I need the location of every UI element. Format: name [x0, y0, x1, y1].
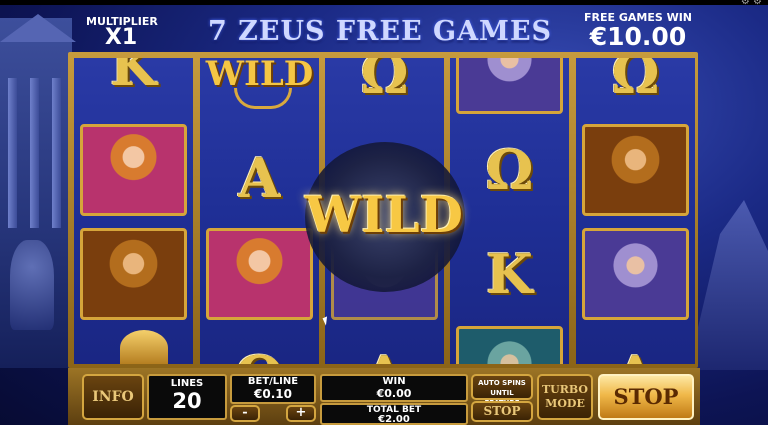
- total-bet-panel: TOTAL BET €2.00: [320, 403, 468, 425]
- symbol-omega: Ω: [611, 58, 660, 106]
- helmet-icon: [120, 330, 168, 364]
- plus-icon: +: [295, 405, 307, 420]
- symbol-omega: Ω: [206, 330, 313, 364]
- stop-label: STOP: [613, 384, 679, 409]
- bet-increase-button[interactable]: +: [286, 405, 316, 422]
- multiplier-value: X1: [104, 25, 138, 50]
- stop-spin-button[interactable]: STOP: [598, 374, 694, 420]
- lines-value: 20: [172, 389, 202, 413]
- settings-icon[interactable]: ⚙ ⚙: [741, 0, 762, 7]
- free-games-title: 7 ZEUS FREE GAMES: [207, 16, 553, 47]
- symbol-omega: Ω: [360, 58, 409, 106]
- statue-scenery: [10, 240, 54, 330]
- bet-line-panel: BET/LINE €0.10: [230, 374, 316, 404]
- bet-line-label: BET/LINE: [247, 376, 299, 387]
- win-label: WIN: [382, 376, 406, 387]
- turbo-label: TURBO MODE: [541, 383, 588, 410]
- info-button[interactable]: INFO: [82, 374, 144, 420]
- info-label: INFO: [92, 389, 134, 405]
- win-value: €0.00: [376, 387, 412, 400]
- auto-spins-button[interactable]: AUTO SPINS UNTIL FEATURE: [471, 374, 533, 407]
- symbol-k: K: [110, 58, 157, 98]
- symbol-wild-small: WILD: [206, 58, 313, 120]
- big-wild-symbol: WILD: [304, 185, 464, 244]
- reel-5: Ω A: [576, 58, 695, 364]
- symbol-woman-portrait: [206, 228, 313, 320]
- symbol-a: A: [331, 330, 438, 364]
- symbol-zeus-portrait: [456, 58, 563, 114]
- symbol-k: K: [486, 242, 533, 306]
- minus-icon: -: [242, 405, 248, 420]
- total-bet-value: €2.00: [378, 414, 410, 425]
- symbol-a: A: [582, 330, 689, 364]
- bet-decrease-button[interactable]: -: [230, 405, 260, 422]
- auto-stop-label: STOP: [483, 404, 521, 418]
- laurel-icon: [234, 88, 292, 109]
- symbol-woman-portrait: [80, 124, 187, 216]
- window-topbar: [0, 0, 768, 5]
- symbol-a: A: [238, 146, 281, 210]
- turbo-mode-button[interactable]: TURBO MODE: [537, 374, 593, 420]
- symbol-helmet: [80, 330, 187, 364]
- lines-label: LINES: [170, 378, 204, 389]
- win-panel: WIN €0.00: [320, 374, 468, 402]
- reel-1: K: [74, 58, 193, 364]
- lines-panel: LINES 20: [147, 374, 227, 420]
- symbol-omega: Ω: [485, 138, 534, 202]
- symbol-poseidon-portrait: [456, 326, 563, 364]
- symbol-zeus-portrait: [582, 228, 689, 320]
- game-stage: ⚙ ⚙ MULTIPLIER X1 7 ZEUS FREE GAMES FREE…: [0, 0, 768, 425]
- free-games-win-value: €10.00: [589, 22, 687, 51]
- bet-line-value: €0.10: [254, 387, 292, 401]
- mountain-scenery: [688, 200, 768, 370]
- symbol-warrior-portrait: [80, 228, 187, 320]
- symbol-warrior-portrait: [582, 124, 689, 216]
- auto-spins-stop-button[interactable]: STOP: [471, 401, 533, 422]
